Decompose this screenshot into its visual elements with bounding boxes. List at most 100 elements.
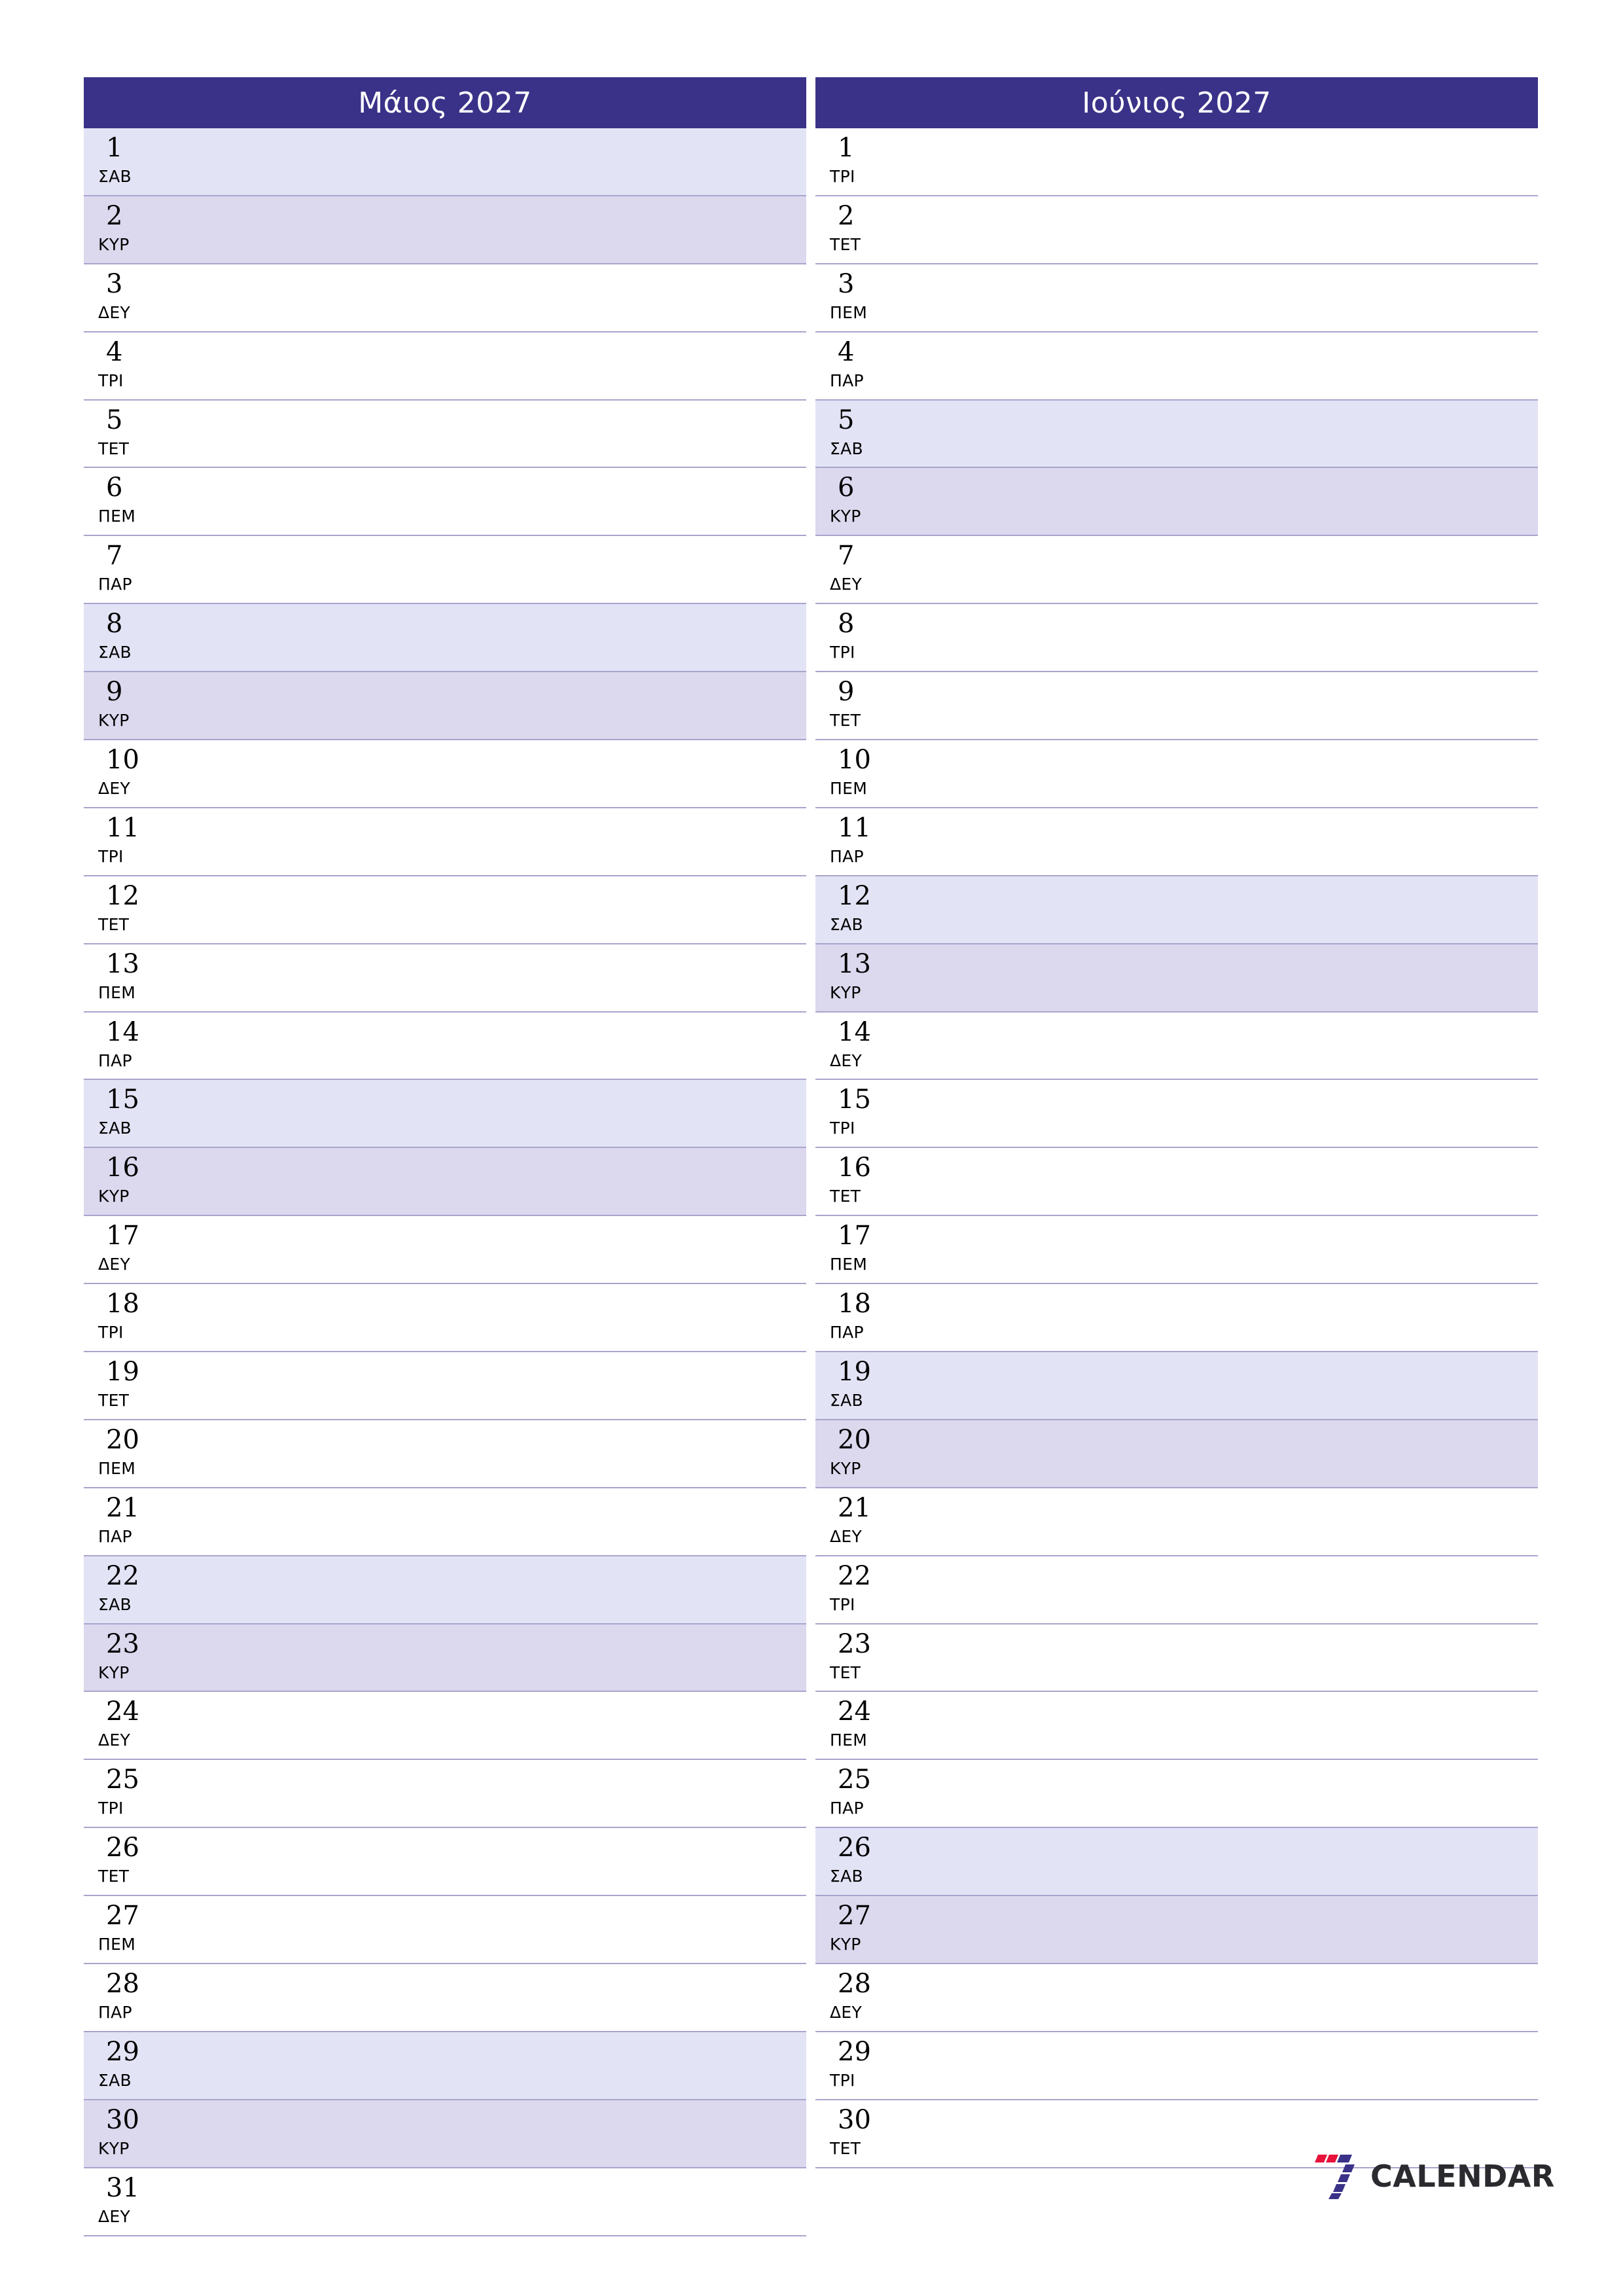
day-weekday-label: ΚΥΡ <box>98 711 130 730</box>
day-row[interactable]: 5 ΣΑΒ <box>815 400 1538 469</box>
day-row[interactable]: 3 ΔΕΥ <box>84 264 806 332</box>
day-number: 20 <box>838 1424 871 1455</box>
day-number: 1 <box>838 133 855 163</box>
day-row[interactable]: 15 ΣΑΒ <box>84 1080 806 1149</box>
day-number: 10 <box>838 745 871 776</box>
day-row[interactable]: 28 ΠΑΡ <box>84 1964 806 2032</box>
day-row[interactable]: 14 ΔΕΥ <box>815 1012 1538 1081</box>
day-weekday-label: ΤΡΙ <box>830 1119 855 1138</box>
day-weekday-label: ΠΑΡ <box>98 1526 132 1546</box>
brand-logo: CALENDAR <box>1311 2148 1554 2204</box>
day-weekday-label: ΠΕΜ <box>830 779 868 798</box>
day-row[interactable]: 8 ΣΑΒ <box>84 604 806 673</box>
day-row[interactable]: 18 ΠΑΡ <box>815 1284 1538 1353</box>
day-weekday-label: ΤΕΤ <box>98 1391 130 1410</box>
day-row[interactable]: 27 ΚΥΡ <box>815 1896 1538 1965</box>
day-row[interactable]: 13 ΠΕΜ <box>84 944 806 1013</box>
day-list-right: 1 ΤΡΙ 2 ΤΕΤ 3 ΠΕΜ 4 ΠΑΡ 5 ΣΑΒ 6 ΚΥΡ 7 ΔΕΥ 8 ΤΡΙ 9 ΤΕΤ 10 ΠΕ… <box>815 128 1538 2168</box>
day-row[interactable]: 25 ΠΑΡ <box>815 1760 1538 1829</box>
day-row[interactable]: 10 ΠΕΜ <box>815 740 1538 808</box>
day-row[interactable]: 14 ΠΑΡ <box>84 1012 806 1081</box>
day-weekday-label: ΚΥΡ <box>830 507 861 526</box>
day-row[interactable]: 23 ΤΕΤ <box>815 1624 1538 1693</box>
day-weekday-label: ΣΑΒ <box>98 1594 132 1614</box>
day-row[interactable]: 29 ΣΑΒ <box>84 2032 806 2100</box>
day-row[interactable]: 19 ΤΕΤ <box>84 1352 806 1420</box>
day-row[interactable]: 22 ΤΡΙ <box>815 1556 1538 1624</box>
day-row[interactable]: 24 ΔΕΥ <box>84 1692 806 1761</box>
day-number: 18 <box>106 1289 139 1319</box>
day-row[interactable]: 12 ΣΑΒ <box>815 876 1538 944</box>
day-weekday-label: ΚΥΡ <box>830 1458 861 1478</box>
day-weekday-label: ΠΕΜ <box>98 982 136 1002</box>
month-title-right: Ιούνιος 2027 <box>815 77 1538 128</box>
day-row[interactable]: 4 ΤΡΙ <box>84 332 806 401</box>
month-panel-left: Μάιος 2027 1 ΣΑΒ 2 ΚΥΡ 3 ΔΕΥ 4 ΤΡΙ 5 ΤΕΤ 6 ΠΕΜ 7 ΠΑΡ 8… <box>84 77 806 2236</box>
day-row[interactable]: 23 ΚΥΡ <box>84 1624 806 1693</box>
day-weekday-label: ΤΡΙ <box>98 370 124 390</box>
month-title-left: Μάιος 2027 <box>84 77 806 128</box>
day-row[interactable]: 4 ΠΑΡ <box>815 332 1538 401</box>
day-row[interactable]: 15 ΤΡΙ <box>815 1080 1538 1149</box>
day-weekday-label: ΣΑΒ <box>830 439 863 458</box>
day-row[interactable]: 29 ΤΡΙ <box>815 2032 1538 2100</box>
day-weekday-label: ΠΑΡ <box>98 1050 132 1070</box>
day-number: 3 <box>106 268 123 299</box>
day-row[interactable]: 5 ΤΕΤ <box>84 400 806 469</box>
day-row[interactable]: 19 ΣΑΒ <box>815 1352 1538 1420</box>
day-row[interactable]: 10 ΔΕΥ <box>84 740 806 808</box>
day-row[interactable]: 26 ΣΑΒ <box>815 1828 1538 1897</box>
day-row[interactable]: 30 ΚΥΡ <box>84 2100 806 2168</box>
day-weekday-label: ΣΑΒ <box>830 914 863 934</box>
day-row[interactable]: 20 ΠΕΜ <box>84 1420 806 1488</box>
day-row[interactable]: 16 ΤΕΤ <box>815 1148 1538 1217</box>
day-weekday-label: ΔΕΥ <box>830 1526 863 1546</box>
day-weekday-label: ΤΕΤ <box>98 914 130 934</box>
day-number: 12 <box>106 880 139 911</box>
day-row[interactable]: 11 ΠΑΡ <box>815 808 1538 876</box>
day-row[interactable]: 7 ΔΕΥ <box>815 536 1538 605</box>
day-row[interactable]: 6 ΠΕΜ <box>84 468 806 537</box>
day-row[interactable]: 20 ΚΥΡ <box>815 1420 1538 1488</box>
day-number: 28 <box>838 1969 871 2000</box>
day-row[interactable]: 22 ΣΑΒ <box>84 1556 806 1624</box>
day-row[interactable]: 3 ΠΕΜ <box>815 264 1538 332</box>
day-row[interactable]: 2 ΚΥΡ <box>84 196 806 264</box>
day-row[interactable]: 21 ΔΕΥ <box>815 1488 1538 1556</box>
calendar-page: Μάιος 2027 1 ΣΑΒ 2 ΚΥΡ 3 ΔΕΥ 4 ΤΡΙ 5 ΤΕΤ 6 ΠΕΜ 7 ΠΑΡ 8… <box>0 0 1623 2296</box>
day-row[interactable]: 2 ΤΕΤ <box>815 196 1538 264</box>
day-number: 27 <box>106 1901 139 1931</box>
day-row[interactable]: 17 ΠΕΜ <box>815 1216 1538 1285</box>
day-weekday-label: ΣΑΒ <box>98 1119 132 1138</box>
month-panel-right: Ιούνιος 2027 1 ΤΡΙ 2 ΤΕΤ 3 ΠΕΜ 4 ΠΑΡ 5 ΣΑΒ 6 ΚΥΡ 7 ΔΕ… <box>815 77 1538 2236</box>
day-row[interactable]: 25 ΤΡΙ <box>84 1760 806 1829</box>
day-row[interactable]: 1 ΤΡΙ <box>815 128 1538 196</box>
day-row[interactable]: 18 ΤΡΙ <box>84 1284 806 1353</box>
day-row[interactable]: 9 ΚΥΡ <box>84 672 806 741</box>
day-row[interactable]: 12 ΤΕΤ <box>84 876 806 944</box>
day-row[interactable]: 9 ΤΕΤ <box>815 672 1538 741</box>
day-row[interactable]: 13 ΚΥΡ <box>815 944 1538 1013</box>
day-row[interactable]: 28 ΔΕΥ <box>815 1964 1538 2032</box>
day-weekday-label: ΤΡΙ <box>830 167 855 186</box>
day-weekday-label: ΤΡΙ <box>830 643 855 662</box>
day-weekday-label: ΤΡΙ <box>830 1594 855 1614</box>
day-row[interactable]: 16 ΚΥΡ <box>84 1148 806 1217</box>
day-row[interactable]: 17 ΔΕΥ <box>84 1216 806 1285</box>
day-row[interactable]: 27 ΠΕΜ <box>84 1896 806 1965</box>
day-row[interactable]: 8 ΤΡΙ <box>815 604 1538 673</box>
day-weekday-label: ΚΥΡ <box>830 1935 861 1954</box>
day-weekday-label: ΠΕΜ <box>830 302 868 322</box>
day-row[interactable]: 1 ΣΑΒ <box>84 128 806 196</box>
day-row[interactable]: 31 ΔΕΥ <box>84 2168 806 2236</box>
day-row[interactable]: 21 ΠΑΡ <box>84 1488 806 1556</box>
day-row[interactable]: 24 ΠΕΜ <box>815 1692 1538 1761</box>
day-number: 28 <box>106 1969 139 2000</box>
day-row[interactable]: 26 ΤΕΤ <box>84 1828 806 1897</box>
day-weekday-label: ΤΡΙ <box>830 2070 855 2090</box>
day-number: 3 <box>838 268 855 299</box>
day-row[interactable]: 7 ΠΑΡ <box>84 536 806 605</box>
day-number: 19 <box>106 1357 139 1388</box>
day-row[interactable]: 6 ΚΥΡ <box>815 468 1538 537</box>
day-row[interactable]: 11 ΤΡΙ <box>84 808 806 876</box>
